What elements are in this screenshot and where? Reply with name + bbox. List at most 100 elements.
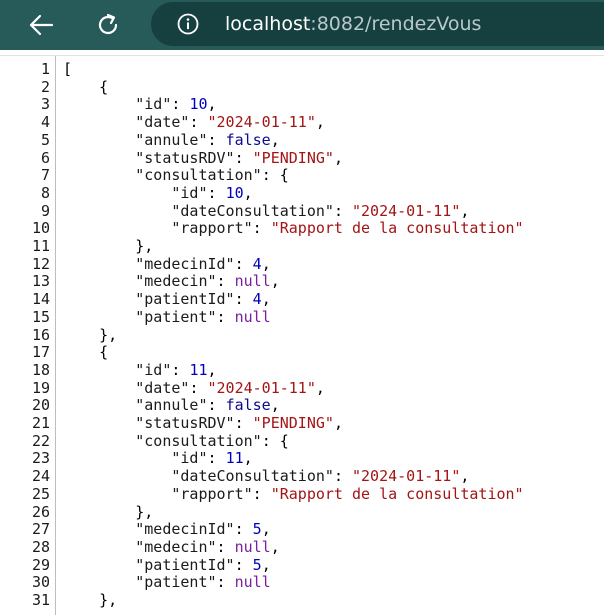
line-number: 8 xyxy=(40,183,50,202)
line-number: 9 xyxy=(40,201,50,220)
line-number: 5 xyxy=(40,130,50,149)
json-token: [ xyxy=(63,60,73,78)
line-number: 24 xyxy=(31,467,50,486)
line-number: 23 xyxy=(31,449,50,468)
json-token: : xyxy=(234,148,253,167)
url-text[interactable]: localhost:8082/rendezVous xyxy=(225,12,481,36)
json-token: null xyxy=(234,307,271,326)
code-text: { xyxy=(63,343,109,362)
json-token: : xyxy=(234,414,253,432)
line-number: 21 xyxy=(31,414,50,432)
code-line: 29 "patientId": 5, xyxy=(0,555,604,575)
line-number: 27 xyxy=(31,520,50,539)
json-token: "dateConsultation" xyxy=(63,201,334,220)
code-line: 12 "medecinId": 4, xyxy=(0,254,604,274)
code-text: }, xyxy=(63,503,153,522)
code-line: 8 "id": 10, xyxy=(0,183,604,203)
json-token: 11 xyxy=(225,449,244,468)
json-token: , xyxy=(207,95,217,114)
line-number: 25 xyxy=(31,484,50,503)
json-token: }, xyxy=(63,237,154,255)
code-line: 15 "patient": null xyxy=(0,307,604,327)
json-token: : xyxy=(216,307,235,326)
json-token: "patientId" xyxy=(63,290,235,309)
refresh-button[interactable] xyxy=(91,8,125,42)
json-token: : xyxy=(234,290,253,309)
json-token: "2024-01-11" xyxy=(352,467,461,486)
json-token: "id" xyxy=(63,449,208,468)
code-line: 1[ xyxy=(0,60,604,79)
code-line: 18 "id": 11, xyxy=(0,361,604,380)
json-token: "statusRDV" xyxy=(63,414,235,432)
code-text: "id": 11, xyxy=(63,449,253,468)
json-token: , xyxy=(261,254,271,273)
code-text: "patientId": 5, xyxy=(63,555,270,575)
info-icon[interactable] xyxy=(177,13,199,35)
code-line: 16 }, xyxy=(0,325,604,345)
code-text: "medecin": null, xyxy=(63,537,280,557)
line-number: 3 xyxy=(40,95,50,114)
line-number: 14 xyxy=(31,290,50,309)
code-line: 5 "annule": false, xyxy=(0,130,604,150)
json-token: null xyxy=(234,272,271,291)
json-token: 10 xyxy=(189,95,208,114)
code-line: 25 "rapport": "Rapport de la consultatio… xyxy=(0,484,604,504)
code-text: "date": "2024-01-11", xyxy=(63,113,325,132)
code-line: 20 "annule": false, xyxy=(0,396,604,415)
json-token: : { xyxy=(261,431,289,450)
json-token: 5 xyxy=(252,520,262,539)
json-token: , xyxy=(333,148,343,167)
json-token: : xyxy=(234,254,253,273)
line-number: 28 xyxy=(31,537,50,556)
code-line: 30 "patient": null xyxy=(0,573,604,592)
json-token: : xyxy=(252,484,271,503)
code-text: "medecin": null, xyxy=(63,273,280,291)
json-token: }, xyxy=(63,325,118,344)
json-token: : xyxy=(189,113,208,132)
json-token: : xyxy=(333,201,352,220)
json-token: "2024-01-11" xyxy=(207,378,316,397)
line-number: 16 xyxy=(31,325,50,344)
code-line: 17 { xyxy=(0,343,604,362)
json-token: "2024-01-11" xyxy=(352,201,461,220)
json-token: "rapport" xyxy=(63,484,253,503)
json-token: : xyxy=(171,95,190,114)
code-text: "dateConsultation": "2024-01-11", xyxy=(63,467,469,486)
json-token: 10 xyxy=(225,183,244,202)
json-token: false xyxy=(225,130,271,149)
json-token: : xyxy=(234,555,253,574)
json-token: "consultation" xyxy=(63,431,262,450)
json-token: { xyxy=(63,343,109,362)
code-line: 9 "dateConsultation": "2024-01-11", xyxy=(0,201,604,221)
code-text: "dateConsultation": "2024-01-11", xyxy=(63,201,469,221)
json-token: "Rapport de la consultation" xyxy=(270,219,524,238)
refresh-icon xyxy=(98,13,118,35)
address-bar[interactable]: localhost:8082/rendezVous xyxy=(151,2,604,46)
line-number: 31 xyxy=(31,591,50,609)
line-number: 17 xyxy=(31,343,50,362)
json-token: , xyxy=(243,183,253,202)
code-text: "statusRDV": "PENDING", xyxy=(63,414,343,433)
line-number: 10 xyxy=(31,219,50,238)
json-token: "date" xyxy=(63,113,190,132)
line-number: 29 xyxy=(31,555,50,574)
code-text: "consultation": { xyxy=(63,166,289,185)
code-line: 3 "id": 10, xyxy=(0,96,604,114)
json-token: , xyxy=(261,290,271,309)
json-token: "annule" xyxy=(63,130,208,149)
code-text: "date": "2024-01-11", xyxy=(63,378,325,398)
json-token: { xyxy=(63,77,109,96)
json-token: : xyxy=(216,537,235,556)
line-number: 26 xyxy=(31,502,50,521)
json-token: , xyxy=(333,414,343,432)
json-token: , xyxy=(243,449,253,468)
code-line: 21 "statusRDV": "PENDING", xyxy=(0,414,604,433)
json-token: "rapport" xyxy=(63,219,253,238)
json-token: , xyxy=(270,272,280,291)
json-token: "PENDING" xyxy=(252,148,334,167)
json-token: : { xyxy=(261,166,289,185)
json-token: , xyxy=(270,537,280,556)
line-number: 19 xyxy=(31,378,50,397)
back-button[interactable] xyxy=(24,8,58,42)
code-text: "statusRDV": "PENDING", xyxy=(63,148,343,168)
